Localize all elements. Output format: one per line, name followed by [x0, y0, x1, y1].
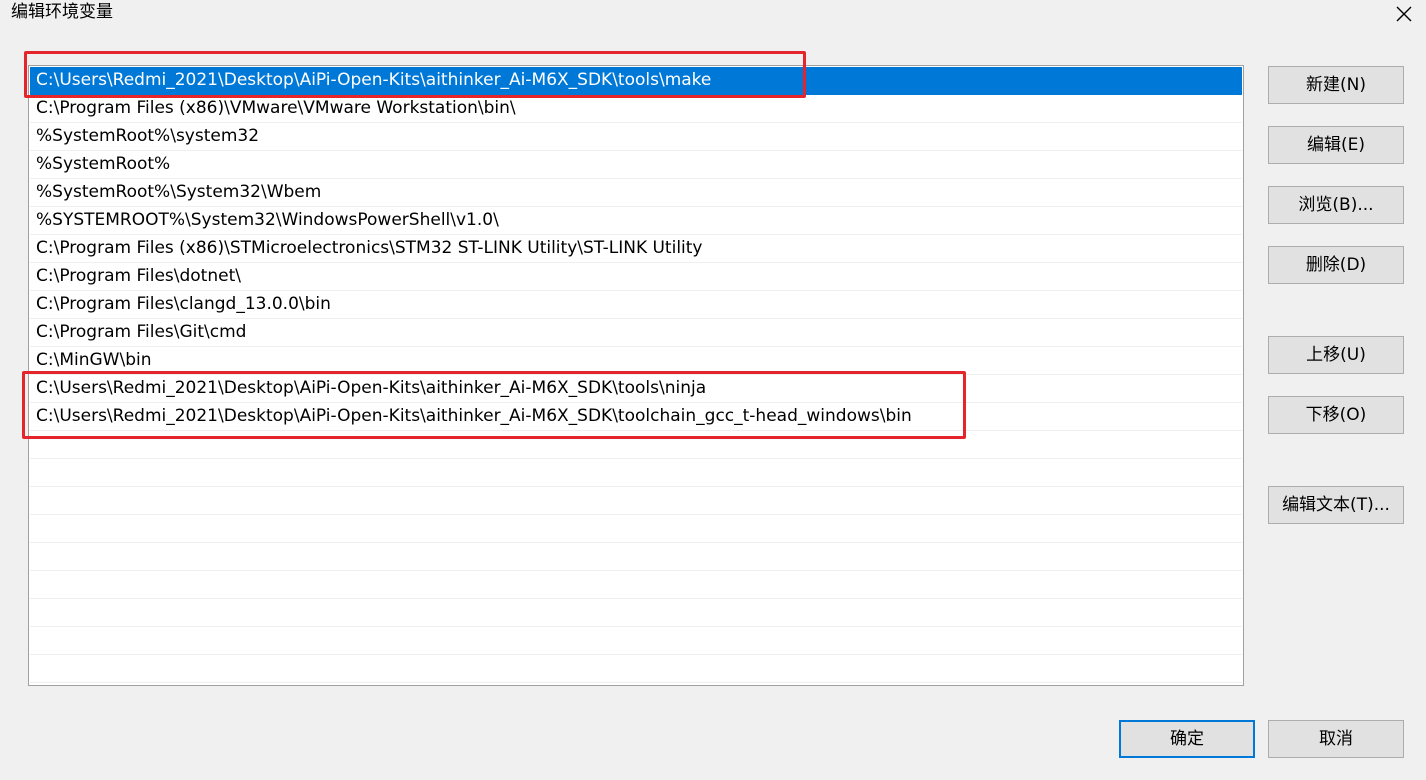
- empty-list-row: [30, 571, 1242, 599]
- path-list-item[interactable]: C:\Program Files\Git\cmd: [30, 319, 1242, 347]
- empty-list-row: [30, 543, 1242, 571]
- path-list-item[interactable]: C:\Program Files\clangd_13.0.0\bin: [30, 291, 1242, 319]
- empty-list-row: [30, 515, 1242, 543]
- new-button[interactable]: 新建(N): [1268, 66, 1404, 104]
- path-list-item[interactable]: C:\Users\Redmi_2021\Desktop\AiPi-Open-Ki…: [30, 375, 1242, 403]
- empty-list-row: [30, 431, 1242, 459]
- path-list-item[interactable]: %SYSTEMROOT%\System32\WindowsPowerShell\…: [30, 207, 1242, 235]
- move-down-button[interactable]: 下移(O): [1268, 396, 1404, 434]
- browse-button[interactable]: 浏览(B)...: [1268, 186, 1404, 224]
- path-list-item[interactable]: C:\MinGW\bin: [30, 347, 1242, 375]
- ok-button[interactable]: 确定: [1119, 720, 1255, 758]
- move-up-button[interactable]: 上移(U): [1268, 336, 1404, 374]
- close-icon: [1396, 6, 1412, 22]
- path-list-item[interactable]: C:\Users\Redmi_2021\Desktop\AiPi-Open-Ki…: [30, 403, 1242, 431]
- window-title: 编辑环境变量: [11, 2, 113, 22]
- edit-button[interactable]: 编辑(E): [1268, 126, 1404, 164]
- empty-list-row: [30, 459, 1242, 487]
- path-list-item[interactable]: C:\Users\Redmi_2021\Desktop\AiPi-Open-Ki…: [30, 67, 1242, 95]
- close-button[interactable]: [1392, 2, 1416, 26]
- path-list[interactable]: C:\Users\Redmi_2021\Desktop\AiPi-Open-Ki…: [28, 65, 1244, 686]
- empty-list-row: [30, 599, 1242, 627]
- empty-list-row: [30, 627, 1242, 655]
- path-list-item[interactable]: C:\Program Files (x86)\STMicroelectronic…: [30, 235, 1242, 263]
- empty-list-row: [30, 487, 1242, 515]
- path-list-item[interactable]: %SystemRoot%: [30, 151, 1242, 179]
- edit-text-button[interactable]: 编辑文本(T)...: [1268, 486, 1404, 524]
- path-list-item[interactable]: C:\Program Files\dotnet\: [30, 263, 1242, 291]
- title-bar: 编辑环境变量: [0, 0, 1426, 26]
- path-list-item[interactable]: C:\Program Files (x86)\VMware\VMware Wor…: [30, 95, 1242, 123]
- empty-list-row: [30, 655, 1242, 683]
- delete-button[interactable]: 删除(D): [1268, 246, 1404, 284]
- path-list-item[interactable]: %SystemRoot%\system32: [30, 123, 1242, 151]
- path-list-item[interactable]: %SystemRoot%\System32\Wbem: [30, 179, 1242, 207]
- cancel-button[interactable]: 取消: [1268, 720, 1404, 758]
